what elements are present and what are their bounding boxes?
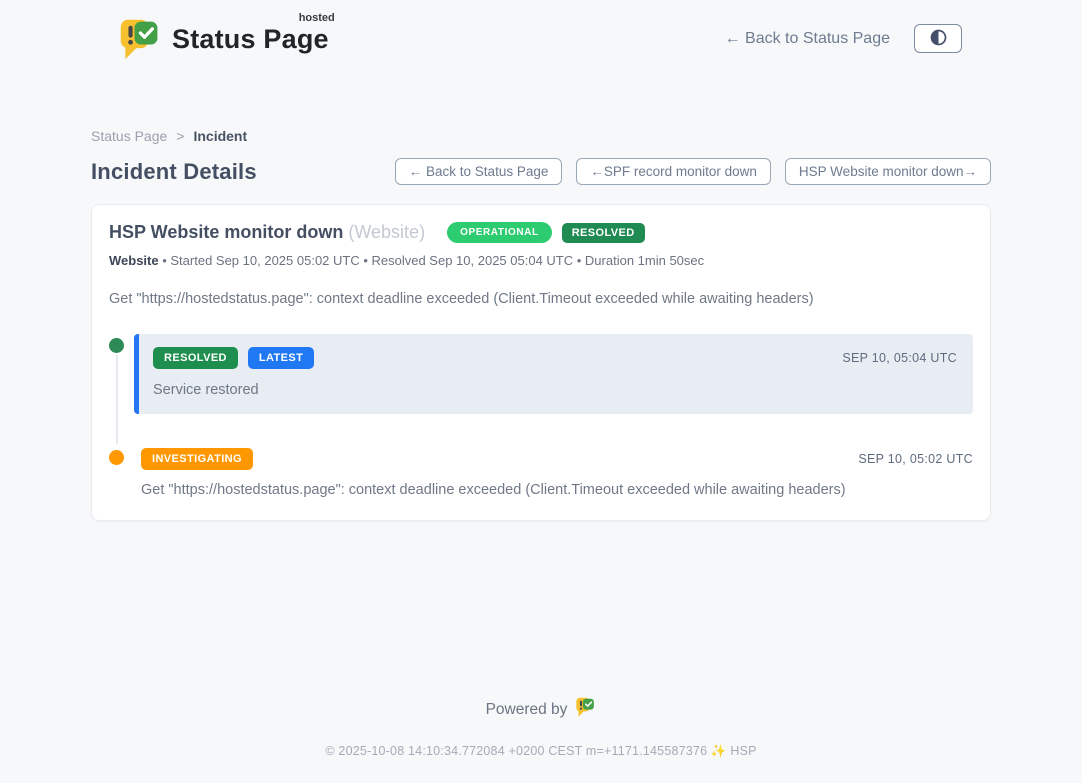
incident-description: Get "https://hostedstatus.page": context…	[109, 291, 973, 307]
back-to-status-page-button[interactable]: ← Back to Status Page	[395, 158, 563, 185]
timeline-timestamp: SEP 10, 05:02 UTC	[858, 452, 973, 466]
operational-status-badge: OPERATIONAL	[447, 222, 552, 243]
timeline-entry-investigating: INVESTIGATING SEP 10, 05:02 UTC Get "htt…	[109, 446, 973, 498]
timeline-dot-orange	[109, 450, 124, 465]
incident-nav-buttons: ← Back to Status Page ←SPF record monito…	[395, 158, 991, 185]
half-circle-icon	[930, 29, 947, 49]
breadcrumb-separator: >	[176, 128, 184, 144]
incident-component: (Website)	[348, 222, 425, 242]
timeline-message: Service restored	[153, 382, 957, 398]
incident-card: HSP Website monitor down (Website) OPERA…	[91, 204, 991, 521]
timeline-latest-badge: LATEST	[248, 347, 314, 369]
incident-title: HSP Website monitor down (Website)	[109, 222, 425, 243]
incident-meta-component: Website	[109, 253, 159, 268]
footer: Powered by © 2025-10-08 14:10:34.772084 …	[0, 696, 1082, 783]
resolved-status-badge: RESOLVED	[562, 223, 645, 243]
statuspage-footer-logo-icon[interactable]	[575, 696, 596, 723]
timeline-entry-resolved: RESOLVED LATEST SEP 10, 05:04 UTC Servic…	[109, 334, 973, 414]
statuspage-logo[interactable]: Status Page hosted	[118, 16, 329, 62]
powered-by-label: Powered by	[486, 701, 568, 719]
prev-incident-button[interactable]: ←SPF record monitor down	[576, 158, 771, 185]
breadcrumb-incident: Incident	[193, 128, 247, 144]
breadcrumb: Status Page > Incident	[91, 128, 991, 144]
copyright-text: © 2025-10-08 14:10:34.772084 +0200 CEST …	[0, 744, 1082, 759]
timeline-timestamp: SEP 10, 05:04 UTC	[842, 351, 957, 365]
incident-timeline: RESOLVED LATEST SEP 10, 05:04 UTC Servic…	[109, 334, 973, 498]
brand-name: Status Page	[172, 24, 329, 54]
main-content: Status Page > Incident Incident Details …	[91, 62, 991, 521]
header: Status Page hosted ← Back to Status Page	[0, 0, 1082, 62]
timeline-resolved-badge: RESOLVED	[153, 347, 238, 369]
timeline-message: Get "https://hostedstatus.page": context…	[141, 482, 973, 498]
timeline-dot-green	[109, 338, 124, 353]
incident-meta-details: • Started Sep 10, 2025 05:02 UTC • Resol…	[159, 253, 705, 268]
statuspage-logo-icon	[118, 16, 162, 62]
back-to-status-page-link[interactable]: ← Back to Status Page	[725, 30, 890, 48]
brand-hosted-label: hosted	[299, 12, 335, 24]
page-title: Incident Details	[91, 159, 257, 185]
timeline-entry-panel: RESOLVED LATEST SEP 10, 05:04 UTC Servic…	[134, 334, 973, 414]
incident-meta: Website • Started Sep 10, 2025 05:02 UTC…	[109, 253, 973, 268]
next-incident-button[interactable]: HSP Website monitor down→	[785, 158, 991, 185]
theme-toggle-button[interactable]	[914, 24, 962, 53]
timeline-investigating-badge: INVESTIGATING	[141, 448, 253, 470]
timeline-connector-line	[116, 355, 118, 444]
breadcrumb-status-page[interactable]: Status Page	[91, 128, 167, 144]
